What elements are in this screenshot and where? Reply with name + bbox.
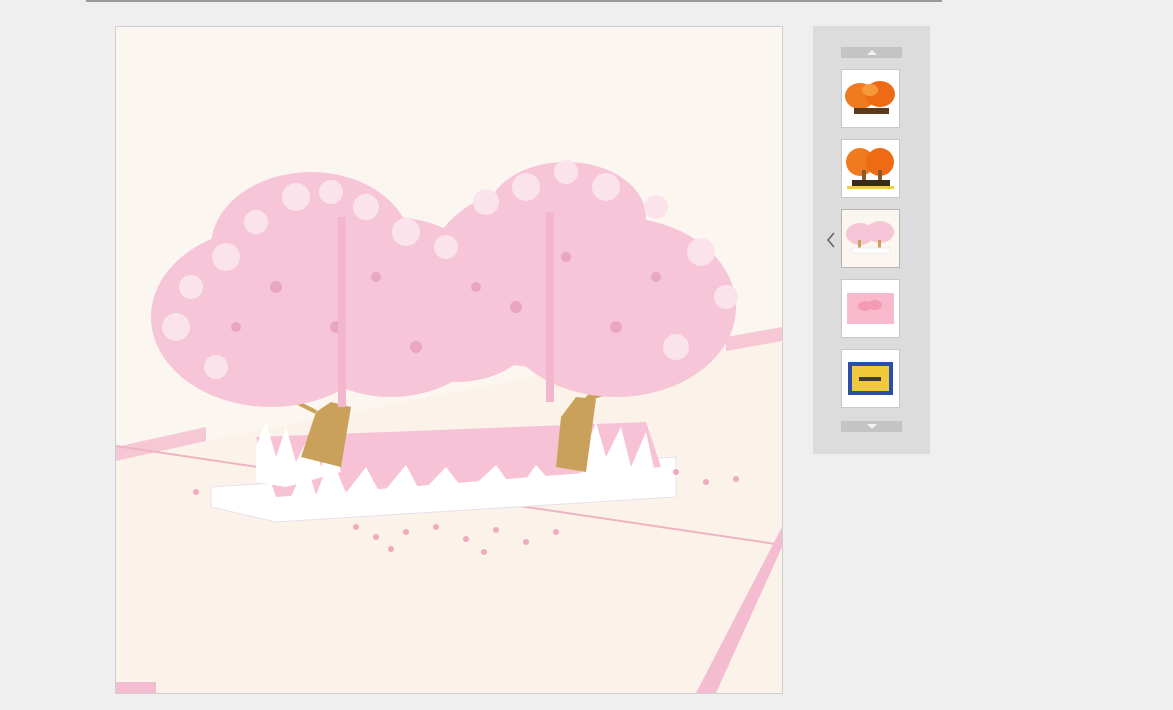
triangle-up-icon	[867, 50, 877, 55]
thumbnail-4[interactable]	[841, 279, 900, 338]
thumbnail-2[interactable]	[841, 139, 900, 198]
chevron-left-icon	[826, 232, 835, 248]
thumbnail-scroll-down-button[interactable]	[841, 421, 902, 432]
pink-cherry-blossom-card-thumbnail-icon	[842, 210, 899, 267]
pink-card-cover-thumbnail-icon	[842, 280, 899, 337]
triangle-down-icon	[867, 424, 877, 429]
main-product-image[interactable]	[115, 26, 783, 694]
orange-tree-card-thumbnail-icon	[842, 70, 899, 127]
top-divider	[86, 0, 942, 2]
thumbnail-scroll-up-button[interactable]	[841, 47, 902, 58]
thumbnail-1[interactable]	[841, 69, 900, 128]
thumbnail-panel	[813, 26, 930, 454]
cherry-blossom-card-illustration	[116, 27, 782, 693]
thumbnail-3[interactable]	[841, 209, 900, 268]
thumbnail-5[interactable]	[841, 349, 900, 408]
blue-yellow-envelope-thumbnail-icon	[842, 350, 899, 407]
previous-image-button[interactable]	[825, 231, 837, 249]
orange-tree-card-thumbnail-icon	[842, 140, 899, 197]
